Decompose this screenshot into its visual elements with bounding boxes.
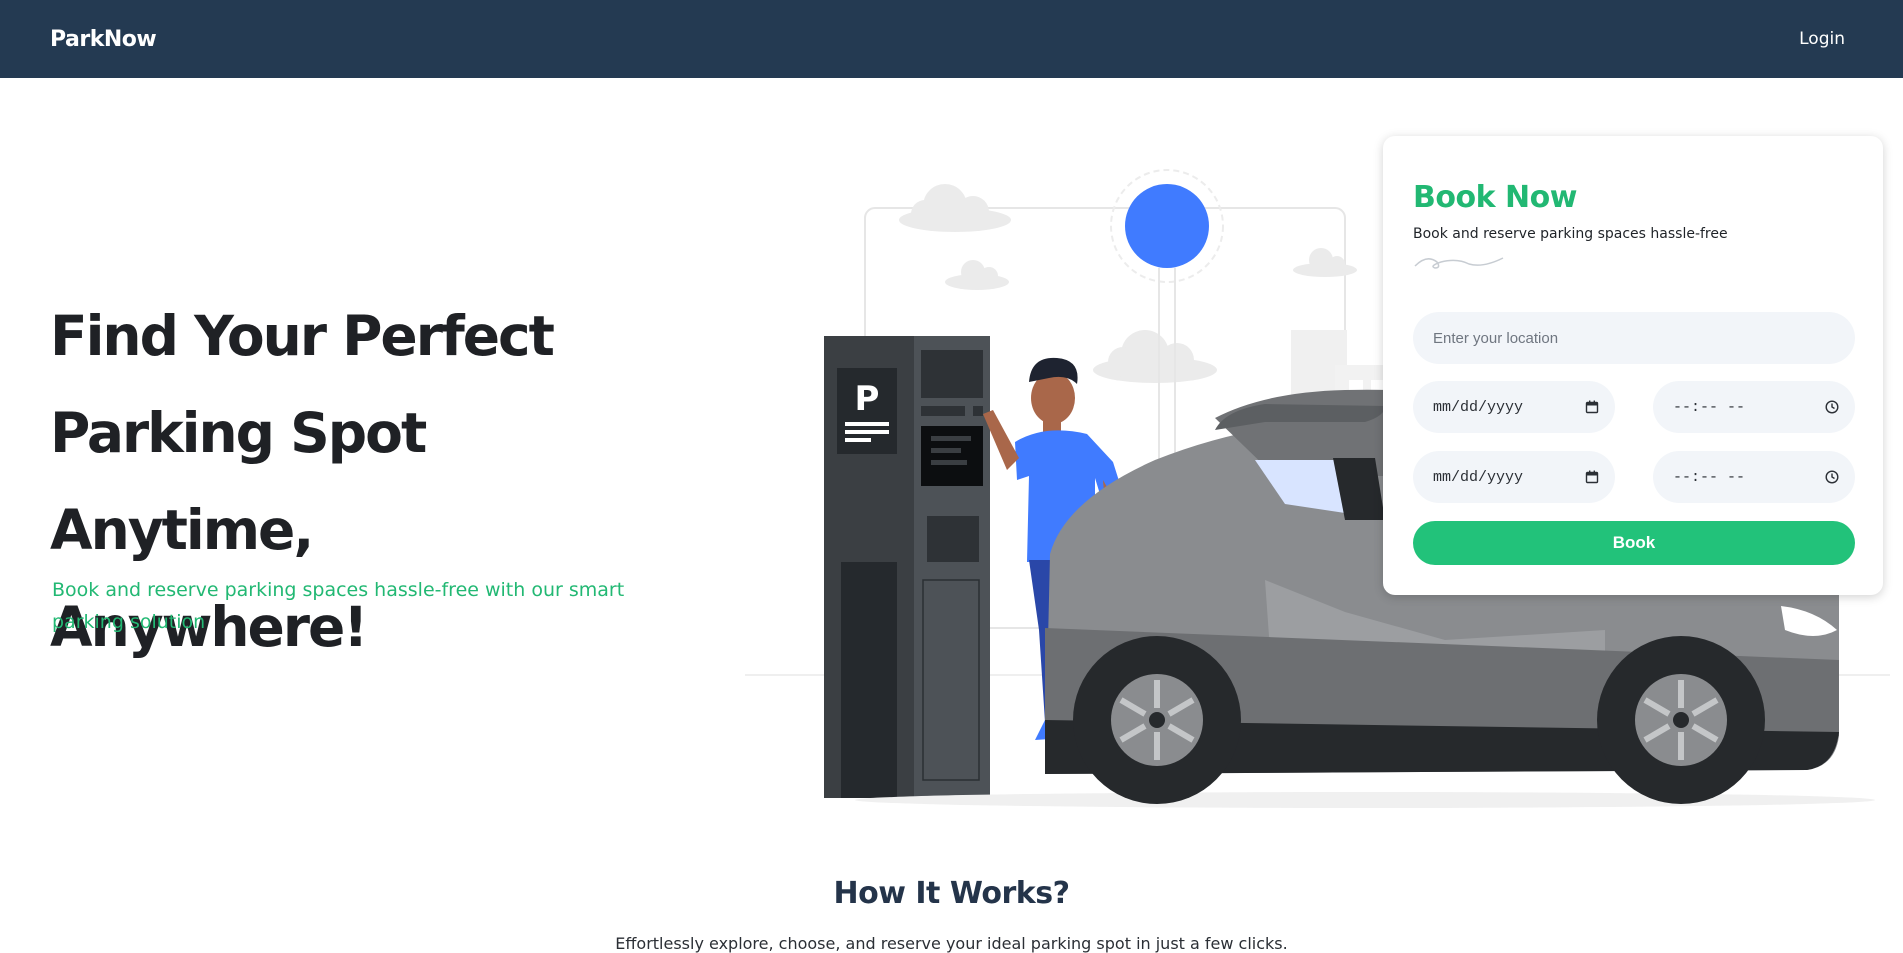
start-date-input[interactable]: mm/dd/yyyy (1413, 381, 1615, 433)
start-date-text: mm/dd/yyyy (1433, 398, 1524, 416)
top-navbar: ParkNow Login (0, 0, 1903, 78)
hero-subtitle: Book and reserve parking spaces hassle-f… (52, 579, 625, 633)
hero-title-line: Parking Spot Anytime, (50, 401, 427, 562)
book-button[interactable]: Book (1413, 521, 1855, 565)
start-time-input[interactable]: --:-- -- (1653, 381, 1855, 433)
calendar-icon[interactable] (1585, 400, 1599, 414)
brand-logo[interactable]: ParkNow (50, 27, 157, 52)
end-date-text: mm/dd/yyyy (1433, 468, 1524, 486)
cloud-icon (1293, 248, 1357, 277)
parking-sign-letter: P (855, 379, 880, 419)
end-time-input[interactable]: --:-- -- (1653, 451, 1855, 503)
booking-title: Book Now (1413, 180, 1577, 215)
start-time-text: --:-- -- (1673, 398, 1746, 416)
end-date-input[interactable]: mm/dd/yyyy (1413, 451, 1615, 503)
location-input[interactable]: Enter your location (1413, 312, 1855, 364)
booking-card: Book Now Book and reserve parking spaces… (1383, 136, 1883, 595)
login-link[interactable]: Login (1799, 29, 1853, 49)
clock-icon[interactable] (1825, 470, 1839, 484)
parking-meter-icon: P (824, 336, 990, 798)
sun-icon (1125, 184, 1209, 268)
cloud-icon (945, 260, 1009, 290)
calendar-icon[interactable] (1585, 470, 1599, 484)
how-it-works-subtitle: Effortlessly explore, choose, and reserv… (615, 934, 1288, 953)
squiggle-decoration (1414, 257, 1504, 269)
cloud-icon (1093, 330, 1217, 383)
booking-subtitle: Book and reserve parking spaces hassle-f… (1413, 226, 1728, 242)
clock-icon[interactable] (1825, 400, 1839, 414)
end-time-text: --:-- -- (1673, 468, 1746, 486)
hero-title-line: Find Your Perfect (50, 304, 555, 368)
how-it-works-title: How It Works? (833, 876, 1070, 911)
